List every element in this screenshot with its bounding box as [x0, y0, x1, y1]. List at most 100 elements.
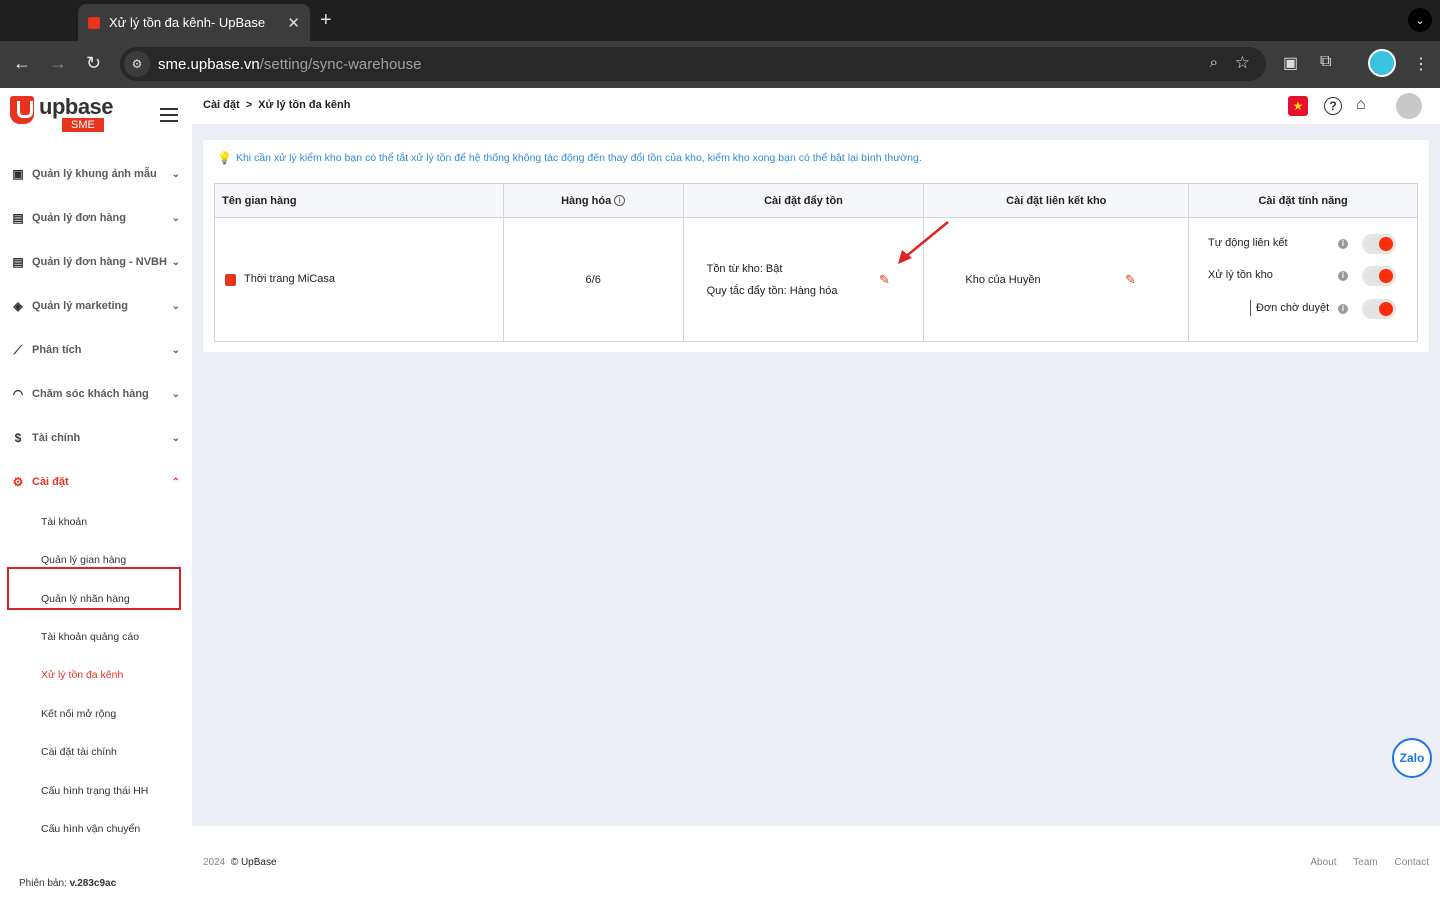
sidebar-item-orders[interactable]: ▤ Quản lý đơn hàng ⌄ [0, 198, 192, 238]
edit-push-stock-icon[interactable]: ✎ [879, 272, 890, 288]
sidebar-item-label: Quản lý marketing [32, 300, 128, 312]
info-icon[interactable]: i [1338, 304, 1348, 314]
zalo-chat-button[interactable]: Zalo [1392, 738, 1432, 778]
zoom-icon[interactable]: ⌕ [1210, 54, 1218, 71]
toggle-knob [1379, 237, 1393, 251]
pending-orders-toggle[interactable] [1362, 299, 1396, 319]
tab-search-icon[interactable]: ⌄ [1408, 8, 1432, 32]
notice-text: Khi cần xử lý kiểm kho bạn có thể tắt xử… [235, 152, 922, 164]
lightbulb-icon: 💡 [217, 151, 232, 165]
dollar-icon: $ [14, 431, 22, 445]
footer-link-about[interactable]: About [1310, 857, 1336, 868]
submenu-item-account[interactable]: Tài khoản [41, 516, 87, 528]
extensions-puzzle-icon[interactable]: ⧉ [1320, 53, 1331, 71]
sidebar-item-finance[interactable]: $ Tài chính ⌄ [0, 418, 192, 458]
toggle-knob [1379, 269, 1393, 283]
sidebar-item-customer-care[interactable]: ◠ Chăm sóc khách hàng ⌄ [0, 374, 192, 414]
submenu-item-ad-accounts[interactable]: Tài khoản quảng cáo [41, 631, 139, 643]
browser-toolbar: ← → ↻ ⚙ sme.upbase.vn/setting/sync-wareh… [0, 41, 1440, 88]
browser-tab[interactable]: Xử lý tồn đa kênh- UpBase ✕ [78, 4, 310, 41]
toggle-knob [1379, 302, 1393, 316]
footer-link-contact[interactable]: Contact [1395, 857, 1429, 868]
shop-sync-table: Tên gian hàng Hàng hóa i Cài đặt đẩy tồn … [214, 183, 1418, 342]
breadcrumb-parent[interactable]: Cài đặt [203, 99, 240, 111]
edit-warehouse-link-icon[interactable]: ✎ [1125, 272, 1136, 288]
breadcrumb-current: Xử lý tồn đa kênh [258, 99, 351, 111]
push-stock-line-2: Quy tắc đẩy tồn: Hàng hóa [706, 284, 838, 297]
stock-processing-toggle[interactable] [1362, 266, 1396, 286]
upbase-logo[interactable]: upbase SME [10, 94, 120, 136]
sidebar-item-analytics[interactable]: ⟋ Phân tích ⌄ [0, 330, 192, 370]
back-icon[interactable]: ← [13, 53, 31, 74]
chevron-down-icon: ⌄ [171, 432, 180, 444]
info-icon[interactable]: i [614, 195, 626, 207]
column-header-goods: Hàng hóa i [502, 183, 684, 218]
address-bar[interactable]: ⚙ sme.upbase.vn/setting/sync-warehouse ⌕… [120, 47, 1266, 81]
sidebar-item-settings[interactable]: ⚙ Cài đặt ⌃ [0, 462, 192, 502]
profile-avatar[interactable] [1368, 49, 1396, 77]
frame-icon: ▣ [12, 167, 24, 181]
bookmark-star-icon[interactable]: ☆ [1235, 53, 1250, 73]
order-icon: ▤ [12, 255, 24, 269]
shop-cell: Thời trang MiCasa [214, 217, 504, 342]
version-value: v.283c9ac [69, 878, 117, 889]
submenu-item-product-status[interactable]: Cấu hình trạng thái HH [41, 785, 148, 797]
footer-year: 2024 [203, 857, 226, 868]
chevron-down-icon: ⌄ [171, 212, 180, 224]
sidebar-item-frames[interactable]: ▣ Quản lý khung ảnh mẫu ⌄ [0, 154, 192, 194]
submenu-item-shops[interactable]: Quản lý gian hàng [41, 554, 126, 566]
tab-title: Xử lý tồn đa kênh- UpBase [109, 15, 266, 30]
info-icon[interactable]: i [1338, 239, 1348, 249]
headset-icon: ◠ [12, 387, 24, 401]
footer-link-team[interactable]: Team [1353, 857, 1377, 868]
order-icon: ▤ [12, 211, 24, 225]
sidebar-item-label: Quản lý khung ảnh mẫu [32, 168, 157, 180]
auto-link-toggle[interactable] [1362, 234, 1396, 254]
browser-menu-icon[interactable]: ⋮ [1413, 54, 1429, 74]
vietnam-flag-icon[interactable]: ★ [1288, 96, 1308, 116]
feature-label-pending-orders: Đơn chờ duyệt [1256, 302, 1330, 314]
submenu-item-sync-warehouse[interactable]: Xử lý tồn đa kênh [41, 669, 123, 681]
footer-copyright: 2024 © UpBase [203, 857, 277, 868]
sidebar-item-label: Tài chính [32, 432, 81, 444]
shopee-icon [225, 273, 236, 286]
upbase-favicon-icon [88, 16, 100, 29]
app-topbar: Cài đặt > Xử lý tồn đa kênh ★ ? ⌂ [192, 88, 1440, 124]
tag-icon: ◈ [13, 299, 23, 313]
chevron-up-icon: ⌃ [171, 476, 180, 488]
store-icon[interactable]: ⌂ [1356, 96, 1366, 114]
url-path: /setting/sync-warehouse [259, 55, 422, 73]
column-header-shop: Tên gian hàng [214, 183, 504, 218]
sidebar-item-label: Quản lý đơn hàng - NVBH [32, 256, 167, 268]
footer-brand[interactable]: © UpBase [231, 857, 277, 868]
feature-indent-divider [1250, 300, 1251, 316]
reload-icon[interactable]: ↻ [86, 53, 101, 74]
sidebar: upbase SME ▣ Quản lý khung ảnh mẫu ⌄ ▤ Q… [0, 88, 192, 900]
chevron-down-icon: ⌄ [171, 300, 180, 312]
goods-cell: 6/6 [502, 217, 684, 342]
site-settings-icon[interactable]: ⚙ [124, 51, 150, 77]
chevron-down-icon: ⌄ [171, 388, 180, 400]
shop-name: Thời trang MiCasa [244, 273, 335, 286]
translate-extension-icon[interactable]: ▣ [1283, 53, 1298, 73]
sidebar-item-orders-nvbh[interactable]: ▤ Quản lý đơn hàng - NVBH ⌄ [0, 242, 192, 282]
version-info: Phiên bản: v.283c9ac [19, 878, 116, 889]
help-icon[interactable]: ? [1324, 97, 1342, 115]
close-tab-icon[interactable]: ✕ [287, 14, 300, 32]
table-header-row: Tên gian hàng Hàng hóa i Cài đặt đẩy tồn … [214, 183, 1418, 218]
hamburger-menu-icon[interactable] [160, 108, 178, 122]
submenu-item-finance-settings[interactable]: Cài đặt tài chính [41, 746, 117, 758]
browser-tab-bar: Xử lý tồn đa kênh- UpBase ✕ + ⌄ [0, 0, 1440, 41]
warehouse-cell: Kho của Huyền [923, 217, 1190, 342]
forward-icon[interactable]: → [49, 53, 67, 74]
user-avatar[interactable] [1396, 93, 1422, 119]
submenu-item-shipping[interactable]: Cấu hình vận chuyển [41, 823, 140, 835]
new-tab-icon[interactable]: + [320, 9, 332, 32]
chevron-down-icon: ⌄ [171, 256, 180, 268]
submenu-item-extensions[interactable]: Kết nối mở rộng [41, 708, 116, 720]
highlight-annotation-box [7, 567, 181, 610]
sidebar-item-marketing[interactable]: ◈ Quản lý marketing ⌄ [0, 286, 192, 326]
chevron-down-icon: ⌄ [171, 168, 180, 180]
feature-label-auto-link: Tự động liên kết [1208, 237, 1288, 249]
info-icon[interactable]: i [1338, 271, 1348, 281]
